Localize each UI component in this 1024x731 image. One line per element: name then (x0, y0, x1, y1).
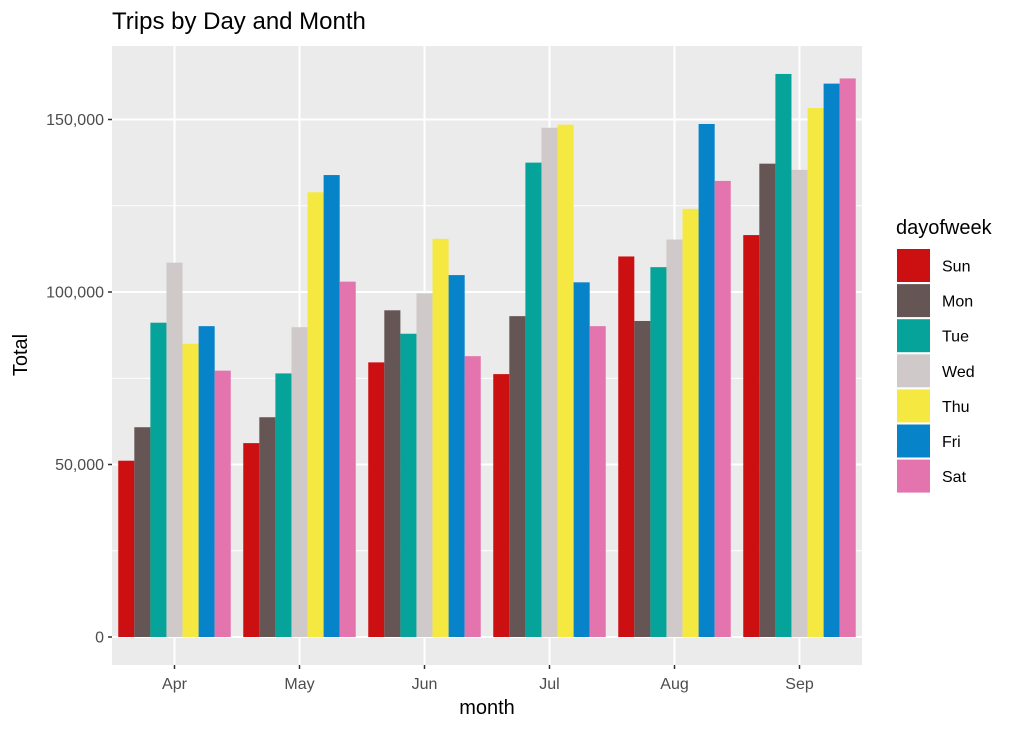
bar-thu-aug (682, 208, 699, 638)
bar-thu-may (307, 192, 324, 638)
bar-mon-jul (509, 316, 526, 637)
x-tick-label: Apr (162, 676, 188, 693)
bar-fri-sep (823, 83, 840, 638)
bar-tue-jul (525, 162, 542, 637)
legend-label-thu: Thu (942, 399, 970, 416)
legend-key-sat (897, 459, 930, 493)
y-axis-title: Total (10, 334, 32, 376)
bar-thu-jun (432, 238, 449, 637)
bar-wed-aug (666, 239, 683, 637)
bar-mon-aug (634, 320, 651, 637)
y-tick-label: 150,000 (46, 112, 104, 129)
y-tick-label: 100,000 (46, 285, 104, 302)
bar-sun-sep (743, 235, 760, 637)
bar-sun-may (243, 443, 260, 637)
legend-label-tue: Tue (942, 329, 969, 346)
bar-tue-sep (775, 73, 792, 637)
legend-key-thu (897, 389, 930, 423)
bar-sat-aug (714, 180, 731, 637)
x-axis-title: month (459, 697, 515, 719)
bar-sat-may (339, 281, 356, 637)
bar-sun-jul (493, 374, 510, 637)
bar-thu-apr (182, 343, 199, 637)
bar-sun-aug (618, 256, 635, 637)
bar-wed-jun (416, 293, 433, 637)
bar-tue-may (275, 373, 292, 637)
legend-title: dayofweek (896, 217, 993, 239)
legend-label-wed: Wed (942, 364, 975, 381)
x-tick-label: Jul (539, 676, 559, 693)
legend-label-sat: Sat (942, 469, 967, 486)
legend: dayofweek Sun Mon Tue Wed Thu Fri Sat (896, 217, 993, 493)
bar-fri-jul (573, 282, 590, 637)
legend-key-sun (897, 249, 930, 282)
bar-sat-jun (464, 356, 481, 637)
bar-thu-sep (807, 108, 824, 638)
bar-sun-apr (118, 460, 135, 637)
legend-key-fri (897, 424, 930, 458)
bar-tue-jun (400, 333, 417, 637)
bar-mon-apr (134, 427, 151, 637)
bar-mon-sep (759, 163, 776, 637)
bar-fri-aug (698, 123, 715, 638)
bar-sun-jun (368, 362, 385, 637)
bar-wed-may (291, 327, 308, 637)
legend-key-tue (897, 319, 930, 353)
bar-wed-apr (166, 262, 183, 637)
legend-label-sun: Sun (942, 259, 970, 276)
chart: Trips by Day and Month 0 50,000 100,000 150… (10, 8, 993, 719)
bar-sat-sep (839, 78, 856, 637)
bar-tue-aug (650, 267, 667, 637)
bar-fri-may (323, 175, 340, 638)
chart-title: Trips by Day and Month (112, 8, 366, 35)
y-tick-label: 50,000 (55, 457, 104, 474)
bar-sat-apr (214, 370, 231, 637)
x-tick-label: May (284, 676, 314, 693)
bar-wed-sep (791, 169, 808, 637)
bar-tue-apr (150, 322, 167, 637)
x-tick-label: Aug (660, 676, 688, 693)
bar-mon-jun (384, 310, 401, 637)
x-tick-label: Jun (412, 676, 438, 693)
bar-mon-may (259, 417, 276, 637)
y-tick-label: 0 (95, 630, 104, 647)
bar-fri-jun (448, 275, 465, 637)
bar-thu-jul (557, 124, 574, 638)
bar-sat-jul (589, 326, 606, 637)
bar-wed-jul (541, 127, 558, 637)
legend-key-wed (897, 354, 930, 388)
x-tick-label: Sep (785, 676, 814, 693)
x-axis: Apr May Jun Jul Aug Sep (162, 665, 814, 693)
y-axis: 0 50,000 100,000 150,000 (46, 112, 112, 647)
bar-fri-apr (198, 326, 215, 637)
legend-key-mon (897, 284, 930, 318)
legend-label-fri: Fri (942, 434, 961, 451)
legend-label-mon: Mon (942, 294, 973, 311)
